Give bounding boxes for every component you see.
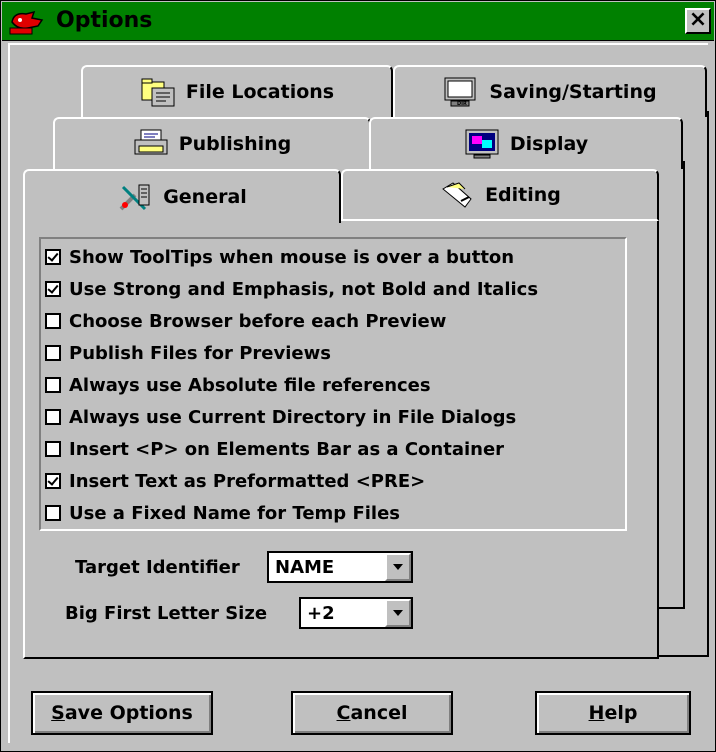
computer-save-icon: DIR xyxy=(444,77,476,107)
help-mnemonic: H xyxy=(588,702,605,724)
tab-label: Saving/Starting xyxy=(489,81,657,103)
option-label: Insert Text as Preformatted <PRE> xyxy=(69,470,426,492)
option-row[interactable]: Use a Fixed Name for Temp Files xyxy=(41,497,625,529)
option-row[interactable]: Use Strong and Emphasis, not Bold and It… xyxy=(41,273,625,305)
tab-label: General xyxy=(163,186,247,208)
option-row[interactable]: Choose Browser before each Preview xyxy=(41,305,625,337)
help-label: elp xyxy=(604,702,638,724)
tab-saving-starting[interactable]: DIR Saving/Starting xyxy=(393,65,707,117)
option-label: Use Strong and Emphasis, not Bold and It… xyxy=(69,278,539,300)
option-checkbox[interactable] xyxy=(45,505,61,521)
option-checkbox[interactable] xyxy=(45,409,61,425)
tab-label: Publishing xyxy=(178,133,292,155)
option-label: Always use Absolute file references xyxy=(69,374,431,396)
option-checkbox[interactable] xyxy=(45,441,61,457)
option-row[interactable]: Insert Text as Preformatted <PRE> xyxy=(41,465,625,497)
svg-text:DIR: DIR xyxy=(457,101,467,107)
help-button[interactable]: Help xyxy=(535,691,691,735)
close-button[interactable]: × xyxy=(685,8,711,34)
cancel-label: ancel xyxy=(350,702,408,724)
big-first-letter-select[interactable]: +2 xyxy=(299,597,413,629)
option-checkbox[interactable] xyxy=(45,249,61,265)
option-checkbox[interactable] xyxy=(45,345,61,361)
pencil-edit-icon xyxy=(442,182,472,208)
option-checkbox[interactable] xyxy=(45,377,61,393)
close-icon: × xyxy=(688,7,708,32)
option-checkbox[interactable] xyxy=(45,313,61,329)
option-label: Publish Files for Previews xyxy=(69,342,331,364)
option-label: Choose Browser before each Preview xyxy=(69,310,447,332)
big-first-letter-label: Big First Letter Size xyxy=(65,603,268,624)
folder-icon xyxy=(141,78,175,107)
option-checkbox[interactable] xyxy=(45,281,61,297)
tab-file-locations[interactable]: File Locations xyxy=(81,65,393,117)
option-row[interactable]: Always use Current Directory in File Dia… xyxy=(41,401,625,433)
app-logo-icon xyxy=(9,10,44,35)
chevron-down-icon[interactable] xyxy=(385,599,411,627)
tab-editing[interactable]: Editing xyxy=(341,169,659,221)
option-label: Show ToolTips when mouse is over a butto… xyxy=(69,246,515,268)
tools-icon xyxy=(119,184,150,211)
option-checkbox[interactable] xyxy=(45,473,61,489)
option-row[interactable]: Insert <P> on Elements Bar as a Containe… xyxy=(41,433,625,465)
chevron-down-icon[interactable] xyxy=(385,553,411,581)
save-label: ave Options xyxy=(64,702,193,724)
option-row[interactable]: Show ToolTips when mouse is over a butto… xyxy=(41,241,625,273)
tab-publishing[interactable]: Publishing xyxy=(53,117,371,169)
tab-label: File Locations xyxy=(185,81,335,103)
options-group: Show ToolTips when mouse is over a butto… xyxy=(39,237,627,531)
option-label: Always use Current Directory in File Dia… xyxy=(69,406,517,428)
options-dialog: Options × File Locations DIR Saving/Star… xyxy=(0,0,716,752)
window-title: Options xyxy=(56,8,153,33)
tab-general[interactable]: General xyxy=(23,169,341,223)
monitor-icon xyxy=(465,129,499,159)
target-identifier-value: NAME xyxy=(275,556,335,578)
cancel-button[interactable]: Cancel xyxy=(291,691,453,735)
option-label: Insert <P> on Elements Bar as a Containe… xyxy=(69,438,505,460)
target-identifier-select[interactable]: NAME xyxy=(267,551,413,583)
option-row[interactable]: Always use Absolute file references xyxy=(41,369,625,401)
printer-icon xyxy=(134,129,168,155)
save-mnemonic: S xyxy=(51,702,65,724)
save-options-button[interactable]: Save Options xyxy=(31,691,213,735)
cancel-mnemonic: C xyxy=(336,702,351,724)
title-bar[interactable]: Options × xyxy=(2,2,714,41)
big-first-letter-value: +2 xyxy=(307,602,335,624)
tab-label: Editing xyxy=(485,184,561,206)
tab-display[interactable]: Display xyxy=(369,117,683,169)
option-label: Use a Fixed Name for Temp Files xyxy=(69,502,400,524)
tab-label: Display xyxy=(509,133,589,155)
target-identifier-label: Target Identifier xyxy=(75,557,240,578)
option-row[interactable]: Publish Files for Previews xyxy=(41,337,625,369)
